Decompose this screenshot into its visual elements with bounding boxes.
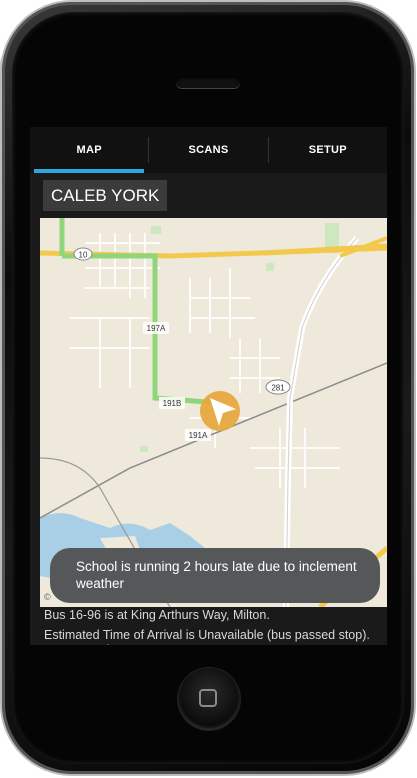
map-streets — [70, 233, 340, 488]
navigation-arrow-icon[interactable] — [200, 391, 240, 431]
svg-text:©: © — [44, 592, 51, 602]
road-label-197a: 197A — [143, 322, 169, 334]
road-label-191b: 191B — [159, 397, 185, 409]
road-label-10-text: 10 — [79, 251, 88, 260]
eta-text: Estimated Time of Arrival is Unavailable… — [44, 628, 370, 645]
tab-bar: MAP SCANS SETUP — [30, 127, 387, 173]
road-label-281-text: 281 — [271, 384, 285, 393]
map-bus-route — [59, 218, 221, 406]
phone-speaker — [176, 76, 240, 88]
map-park — [151, 226, 161, 234]
tab-scans-label: SCANS — [188, 144, 229, 156]
road-label-191b-text: 191B — [163, 399, 182, 408]
bus-location-text: Bus 16-96 is at King Arthurs Way, Milton… — [44, 608, 270, 622]
home-button[interactable] — [178, 668, 240, 730]
student-name-badge[interactable]: CALEB YORK — [43, 180, 168, 211]
tab-map[interactable]: MAP — [30, 127, 148, 173]
road-label-191a: 191A — [185, 429, 211, 441]
map-rail — [40, 362, 387, 519]
weather-alert-toast: School is running 2 hours late due to in… — [50, 548, 380, 603]
road-label-191a-text: 191A — [189, 431, 208, 440]
map-park — [140, 446, 148, 452]
road-label-281: 281 — [265, 379, 291, 395]
road-label-10: 10 — [73, 247, 93, 261]
tab-setup-label: SETUP — [308, 144, 347, 156]
tab-map-label: MAP — [76, 144, 102, 156]
road-label-197a-text: 197A — [147, 324, 166, 333]
map-park — [266, 263, 274, 271]
tab-scans[interactable]: SCANS — [149, 127, 267, 173]
home-square-icon — [199, 689, 217, 707]
tab-setup[interactable]: SETUP — [269, 127, 387, 173]
app-screen: MAP SCANS SETUP CALEB YORK 10 197A 281 1… — [30, 127, 387, 645]
